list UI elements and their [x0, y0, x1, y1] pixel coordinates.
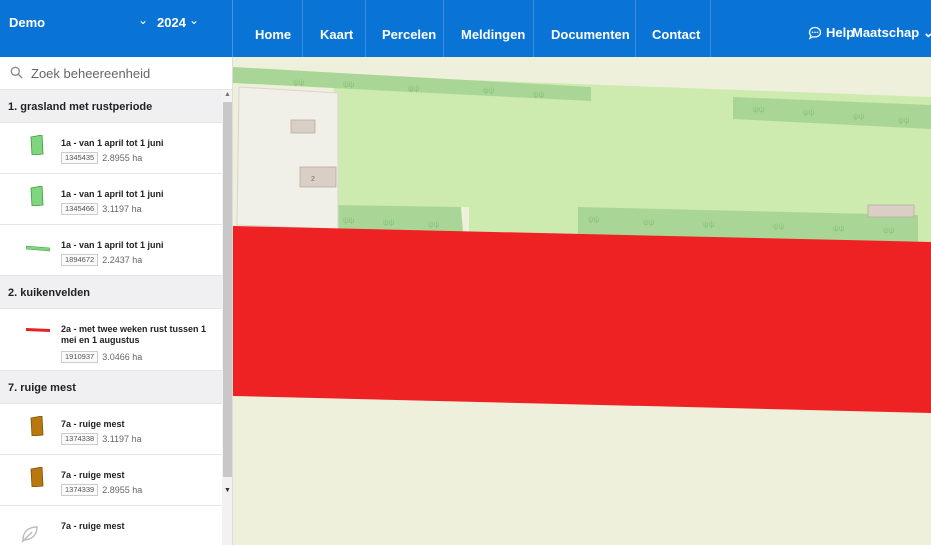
item-title: 2a - met twee weken rust tussen 1 mei en…: [61, 324, 207, 345]
leaf-icon[interactable]: [20, 525, 40, 543]
svg-text:ψψ: ψψ: [703, 220, 715, 229]
parcel-id-badge: 1374338: [61, 433, 99, 445]
top-navigation-bar: Demo ⌄ 2024 ⌄ Home Kaart Percelen Meldin…: [0, 0, 931, 57]
svg-text:ψψ: ψψ: [533, 90, 545, 99]
map-layer[interactable]: ψψ ψψ ψψ ψψ ψψ ψψ ψψ ψψ ψψ ψψ ψψ ψψ ψψ ψψ ψψ ψψ ψψ ψψ …: [233, 57, 931, 545]
search-icon: [10, 66, 23, 79]
year-selector[interactable]: 2024: [157, 15, 186, 30]
scrollbar-thumb[interactable]: [223, 102, 232, 477]
list-item[interactable]: 7a - ruige mest 1374339 2.8955 ha: [0, 455, 222, 506]
scroll-up-icon[interactable]: ▲: [224, 91, 231, 98]
parcel-id-badge: 1345435: [61, 152, 99, 164]
parcel-area: 3.1197 ha: [102, 434, 142, 444]
svg-text:ψψ: ψψ: [483, 86, 495, 95]
parcel-area: 2.8955 ha: [102, 153, 143, 163]
item-title: 1a - van 1 april tot 1 juni: [61, 189, 164, 199]
parcel-shape-icon: [26, 245, 50, 252]
nav-percelen[interactable]: Percelen: [382, 22, 436, 57]
svg-text:ψψ: ψψ: [408, 84, 420, 93]
list-item[interactable]: 2a - met twee weken rust tussen 1 mei en…: [0, 309, 222, 371]
parcel-shape-icon: [30, 416, 44, 436]
svg-text:ψψ: ψψ: [753, 105, 765, 114]
group-header-kuikenvelden[interactable]: 2. kuikenvelden: [0, 276, 222, 309]
item-title: 7a - ruige mest: [61, 470, 125, 480]
list-item[interactable]: 1a - van 1 april tot 1 juni 1345466 3.119…: [0, 174, 222, 225]
svg-text:ψψ: ψψ: [588, 215, 600, 224]
parcel-area: 2.8955 ha: [102, 485, 143, 495]
svg-text:ψψ: ψψ: [898, 116, 910, 125]
org-year-panel: Demo ⌄ 2024 ⌄: [0, 0, 233, 57]
group-header-grasland[interactable]: 1. grasland met rustperiode: [0, 90, 222, 123]
svg-text:ψψ: ψψ: [643, 218, 655, 227]
map-canvas[interactable]: ψψ ψψ ψψ ψψ ψψ ψψ ψψ ψψ ψψ ψψ ψψ ψψ ψψ ψψ ψψ ψψ ψψ ψψ …: [233, 57, 931, 545]
search-input[interactable]: [31, 63, 221, 83]
list-item[interactable]: 7a - ruige mest 1374338 3.1197 ha: [0, 404, 222, 455]
item-title: 7a - ruige mest: [61, 521, 125, 531]
parcel-shape-icon: [26, 328, 50, 332]
svg-text:ψψ: ψψ: [428, 220, 440, 229]
parcel-id-badge: 1345466: [61, 203, 99, 215]
scroll-down-icon[interactable]: ▼: [224, 487, 231, 494]
svg-text:ψψ: ψψ: [293, 78, 305, 87]
nav-documenten[interactable]: Documenten: [551, 22, 630, 57]
parcel-shape-icon: [30, 186, 44, 206]
svg-text:ψψ: ψψ: [343, 216, 355, 225]
svg-text:ψψ: ψψ: [383, 218, 395, 227]
help-chat-icon: [808, 26, 822, 40]
parcel-id-badge: 1910937: [61, 351, 99, 363]
selected-parcel-kuikenveld[interactable]: [233, 226, 931, 413]
nav-meldingen[interactable]: Meldingen: [461, 22, 525, 57]
parcel-id-badge: 1374339: [61, 484, 99, 496]
help-button[interactable]: Help: [808, 25, 854, 40]
building[interactable]: [299, 166, 337, 188]
farmyard-plot[interactable]: [236, 86, 339, 230]
item-title: 1a - van 1 april tot 1 juni: [61, 138, 164, 148]
parcel-area: 3.0466 ha: [102, 352, 143, 362]
svg-text:ψψ: ψψ: [833, 224, 845, 233]
list-item[interactable]: 1a - van 1 april tot 1 juni 1894672 2.243…: [0, 225, 222, 276]
parcel-area: 2.2437 ha: [102, 255, 143, 265]
item-title: 1a - van 1 april tot 1 juni: [61, 240, 164, 250]
parcel-id-badge: 1894672: [61, 254, 99, 266]
maatschap-menu[interactable]: Maatschap ⌄: [852, 25, 931, 41]
organization-selector[interactable]: Demo: [9, 15, 45, 30]
search-bar: [0, 57, 232, 90]
caret-down-icon[interactable]: ⌄: [138, 13, 148, 27]
nav-kaart[interactable]: Kaart: [320, 22, 353, 57]
parcel-shape-icon: [30, 467, 44, 487]
list-item[interactable]: 1a - van 1 april tot 1 juni 1345435 2.895…: [0, 123, 222, 174]
building-number-label: 2: [311, 176, 315, 183]
svg-text:ψψ: ψψ: [773, 222, 785, 231]
unit-list: 1. grasland met rustperiode 1a - van 1 a…: [0, 90, 222, 545]
nav-home[interactable]: Home: [255, 22, 291, 57]
svg-text:ψψ: ψψ: [853, 112, 865, 121]
svg-text:ψψ: ψψ: [343, 80, 355, 89]
svg-text:ψψ: ψψ: [883, 226, 895, 235]
management-units-sidebar: 1. grasland met rustperiode 1a - van 1 a…: [0, 57, 233, 545]
building[interactable]: [290, 119, 316, 134]
help-label: Help: [826, 25, 855, 40]
maatschap-label: Maatschap: [852, 25, 920, 40]
parcel-shape-icon: [30, 135, 44, 155]
building[interactable]: [867, 204, 915, 218]
nav-contact[interactable]: Contact: [652, 22, 700, 57]
group-header-ruige-mest[interactable]: 7. ruige mest: [0, 371, 222, 404]
sidebar-scrollbar[interactable]: ▲ ▼: [222, 90, 232, 545]
parcel-area: 3.1197 ha: [102, 204, 142, 214]
svg-text:ψψ: ψψ: [803, 108, 815, 117]
caret-down-icon[interactable]: ⌄: [189, 13, 199, 27]
item-title: 7a - ruige mest: [61, 419, 125, 429]
